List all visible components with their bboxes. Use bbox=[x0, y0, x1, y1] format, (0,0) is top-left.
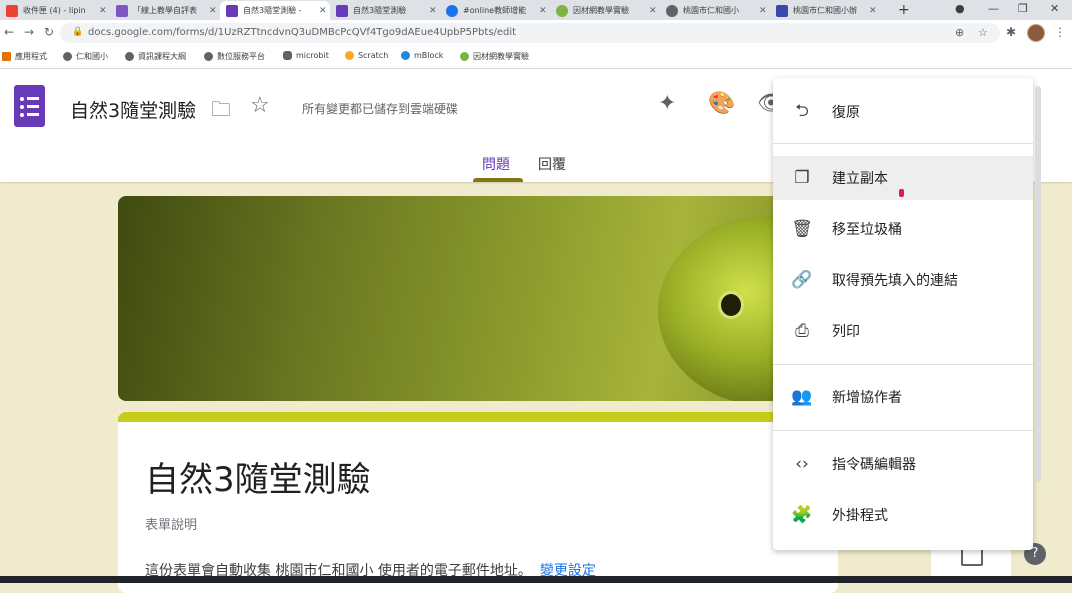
menu-item-add-collaborators[interactable]: 👥 新增協作者 bbox=[773, 375, 1033, 419]
tab-responses[interactable]: 回覆 bbox=[538, 154, 566, 174]
mouse-cursor bbox=[899, 189, 904, 197]
form-title-card[interactable]: 自然3隨堂測驗 表單說明 這份表單會自動收集 桃園市仁和國小 使用者的電子郵件地… bbox=[118, 412, 838, 593]
menu-divider bbox=[773, 143, 1033, 144]
bookmark-item[interactable]: 因材網教學實驗 bbox=[460, 51, 529, 62]
site-icon bbox=[776, 4, 788, 17]
zoom-icon[interactable]: ⊕ bbox=[955, 26, 964, 39]
globe-icon bbox=[204, 52, 213, 61]
form-header-image bbox=[118, 196, 838, 401]
close-tab-icon[interactable]: ✕ bbox=[319, 6, 327, 16]
new-tab-button[interactable]: + bbox=[898, 2, 910, 18]
forms-icon bbox=[116, 4, 128, 17]
gmail-icon bbox=[6, 4, 18, 17]
tab-questions[interactable]: 問題 bbox=[482, 154, 510, 174]
browser-tab[interactable]: 桃園市仁和國小 ✕ bbox=[660, 1, 770, 20]
browser-tab[interactable]: 自然3隨堂測驗 ✕ bbox=[330, 1, 440, 20]
reload-icon[interactable]: ↻ bbox=[44, 25, 54, 39]
site-icon bbox=[446, 4, 458, 17]
section-icon[interactable] bbox=[961, 548, 983, 566]
bookmark-apps[interactable]: 應用程式 bbox=[2, 51, 47, 62]
copy-icon: ❐ bbox=[794, 168, 810, 188]
microbit-icon bbox=[283, 51, 292, 60]
close-tab-icon[interactable]: ✕ bbox=[649, 6, 657, 16]
form-description[interactable]: 表單說明 bbox=[145, 514, 197, 533]
tab-search-icon[interactable]: ● bbox=[955, 2, 965, 15]
menu-item-move-to-trash[interactable]: 🗑 移至垃圾桶 bbox=[773, 207, 1033, 251]
forward-icon[interactable]: → bbox=[24, 25, 34, 39]
close-tab-icon[interactable]: ✕ bbox=[99, 6, 107, 16]
menu-item-script-editor[interactable]: ‹› 指令碼編輯器 bbox=[773, 442, 1033, 486]
bookmark-item[interactable]: 數位服務平台 bbox=[204, 51, 265, 62]
browser-tab[interactable]: 收件匣 (4) - lipin ✕ bbox=[0, 1, 110, 20]
close-tab-icon[interactable]: ✕ bbox=[759, 6, 767, 16]
active-tab-indicator bbox=[473, 178, 523, 182]
palette-icon[interactable]: 🎨 bbox=[708, 91, 735, 116]
link-icon: 🔗 bbox=[791, 270, 813, 290]
code-icon: ‹› bbox=[795, 454, 809, 474]
minimize-icon[interactable]: — bbox=[988, 2, 999, 15]
site-icon bbox=[556, 4, 568, 17]
document-title[interactable]: 自然3隨堂測驗 bbox=[70, 96, 196, 123]
close-window-icon[interactable]: ✕ bbox=[1050, 2, 1059, 15]
addon-icon: 🧩 bbox=[791, 505, 813, 525]
address-bar-row: ← → ↻ 🔒 docs.google.com/forms/d/1UzRZTtn… bbox=[0, 20, 1072, 46]
globe-icon bbox=[63, 52, 72, 61]
star-icon[interactable]: ☆ bbox=[250, 93, 270, 118]
addon-icon[interactable]: ✦ bbox=[658, 91, 676, 116]
url-text[interactable]: docs.google.com/forms/d/1UzRZTtncdvnQ3uD… bbox=[88, 27, 516, 38]
menu-item-addons[interactable]: 🧩 外掛程式 bbox=[773, 493, 1033, 537]
bookmark-item[interactable]: 仁和國小 bbox=[63, 51, 108, 62]
browser-menu-icon[interactable]: ⋮ bbox=[1054, 25, 1066, 39]
close-tab-icon[interactable]: ✕ bbox=[539, 6, 547, 16]
add-collaborator-icon: 👥 bbox=[791, 387, 813, 407]
close-tab-icon[interactable]: ✕ bbox=[869, 6, 877, 16]
profile-avatar[interactable] bbox=[1027, 24, 1045, 42]
menu-scrollbar[interactable] bbox=[1035, 86, 1041, 482]
close-tab-icon[interactable]: ✕ bbox=[209, 6, 217, 16]
lock-icon[interactable]: 🔒 bbox=[72, 27, 83, 37]
forms-icon bbox=[336, 4, 348, 17]
frog-eye bbox=[718, 291, 744, 319]
browser-tab[interactable]: #online教師增能 ✕ bbox=[440, 1, 550, 20]
scratch-icon bbox=[345, 51, 354, 60]
form-title[interactable]: 自然3隨堂測驗 bbox=[145, 452, 371, 501]
menu-item-prefilled-link[interactable]: 🔗 取得預先填入的連結 bbox=[773, 258, 1033, 302]
globe-icon bbox=[666, 4, 678, 17]
bookmark-item[interactable]: mBlock bbox=[401, 51, 443, 60]
google-forms-logo-icon[interactable] bbox=[14, 85, 45, 127]
browser-tab[interactable]: 「線上教學自評表 ✕ bbox=[110, 1, 220, 20]
site-icon bbox=[460, 52, 469, 61]
bookmark-item[interactable]: microbit bbox=[283, 51, 329, 60]
menu-divider bbox=[773, 430, 1033, 431]
more-options-menu: ⮌ 復原 ❐ 建立副本 🗑 移至垃圾桶 🔗 取得預先填入的連結 ⎙ 列印 👥 新增協作者 ‹… bbox=[773, 78, 1033, 550]
bookmarks-bar: 應用程式 仁和國小 資訊課程大綱 數位服務平台 microbit Scratch… bbox=[0, 46, 1072, 69]
bookmark-item[interactable]: Scratch bbox=[345, 51, 388, 60]
os-taskbar bbox=[0, 576, 1072, 583]
browser-tab[interactable]: 因材網教學實驗 ✕ bbox=[550, 1, 660, 20]
browser-tab-strip: 收件匣 (4) - lipin ✕ 「線上教學自評表 ✕ 自然3隨堂測驗 - ✕ 自然… bbox=[0, 0, 1072, 20]
bookmark-item[interactable]: 資訊課程大綱 bbox=[125, 51, 186, 62]
print-icon: ⎙ bbox=[795, 321, 809, 341]
omnibox[interactable]: 🔒 docs.google.com/forms/d/1UzRZTtncdvnQ3… bbox=[60, 23, 1000, 43]
trash-icon: 🗑 bbox=[791, 219, 813, 239]
back-icon[interactable]: ← bbox=[4, 25, 14, 39]
extensions-icon[interactable]: ✱ bbox=[1006, 25, 1016, 39]
forms-icon bbox=[226, 4, 238, 17]
globe-icon bbox=[125, 52, 134, 61]
close-tab-icon[interactable]: ✕ bbox=[429, 6, 437, 16]
menu-divider bbox=[773, 364, 1033, 365]
bookmark-star-icon[interactable]: ☆ bbox=[978, 26, 988, 39]
undo-icon: ⮌ bbox=[795, 100, 809, 121]
save-status: 所有變更都已儲存到雲端硬碟 bbox=[302, 102, 459, 116]
folder-icon[interactable]: 🗀 bbox=[211, 95, 231, 129]
menu-item-print[interactable]: ⎙ 列印 bbox=[773, 309, 1033, 353]
apps-grid-icon bbox=[2, 52, 11, 61]
browser-tab-active[interactable]: 自然3隨堂測驗 - ✕ bbox=[220, 1, 330, 20]
mblock-icon bbox=[401, 51, 410, 60]
browser-tab[interactable]: 桃園市仁和國小辦 ✕ bbox=[770, 1, 888, 20]
maximize-icon[interactable]: ❐ bbox=[1018, 2, 1028, 15]
menu-item-undo[interactable]: ⮌ 復原 bbox=[773, 90, 1033, 134]
